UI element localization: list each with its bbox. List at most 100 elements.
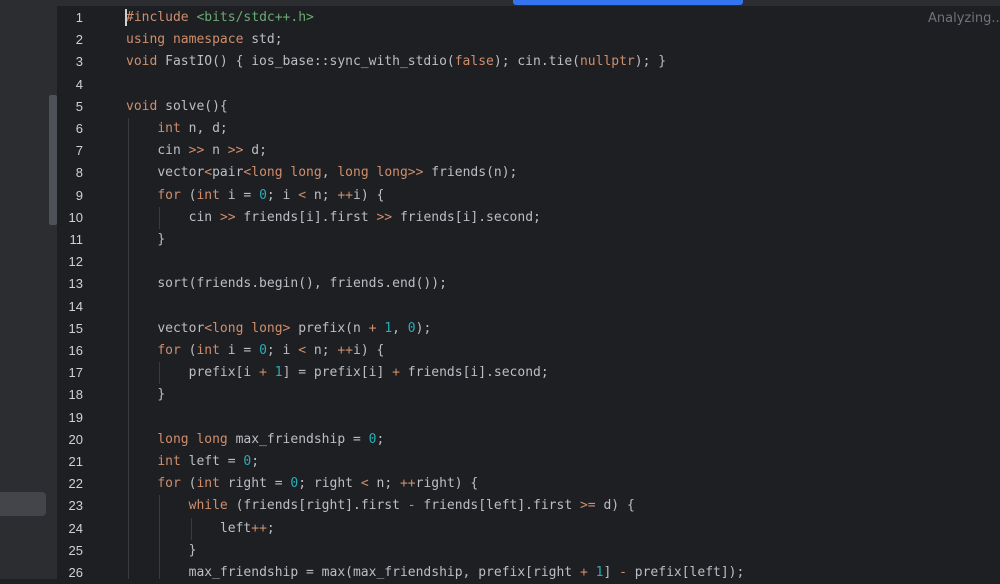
line-number: 1 bbox=[75, 10, 83, 25]
code-token: >> bbox=[376, 209, 393, 225]
code-token: ++ bbox=[251, 520, 267, 536]
code-token: ); cin.tie( bbox=[493, 54, 580, 70]
line-number: 22 bbox=[68, 476, 83, 492]
code-token: left bbox=[219, 520, 252, 536]
code-line[interactable]: for (int i = 0; i < n; ++i) { bbox=[157, 340, 384, 362]
code-line[interactable]: prefix[i + 1] = prefix[i] + friends[i].s… bbox=[189, 362, 549, 384]
line-number: 24 bbox=[68, 520, 83, 536]
code-token: n; bbox=[306, 187, 338, 203]
code-line[interactable]: } bbox=[157, 384, 165, 406]
code-token: ++ bbox=[399, 476, 416, 492]
code-token: >> bbox=[227, 143, 244, 159]
code-token: n bbox=[204, 143, 228, 159]
code-line[interactable]: int n, d; bbox=[157, 118, 227, 140]
code-line[interactable]: sort(friends.begin(), friends.end()); bbox=[157, 273, 447, 295]
code-token: FastIO() { ios_base::sync_with_stdio( bbox=[165, 54, 455, 70]
line-number: 5 bbox=[75, 98, 83, 114]
line-number: 25 bbox=[68, 542, 83, 558]
code-line[interactable]: using namespace std; bbox=[126, 29, 283, 51]
scrollbar-thumb[interactable] bbox=[49, 95, 57, 225]
code-token: ; bbox=[376, 431, 385, 447]
code-token: <long long bbox=[243, 165, 322, 181]
line-number: 9 bbox=[75, 187, 83, 203]
code-token: max_friendship = max(max_friendship, pre… bbox=[188, 565, 580, 579]
code-token: < bbox=[360, 476, 369, 492]
code-line[interactable]: vector<pair<long long, long long>> frien… bbox=[157, 162, 517, 184]
code-token: friends[left].first bbox=[415, 498, 580, 514]
code-line[interactable]: void solve(){ bbox=[126, 96, 228, 118]
code-token: int bbox=[196, 187, 228, 203]
code-line[interactable]: while (friends[right].first - friends[le… bbox=[189, 495, 635, 517]
code-token: n; bbox=[368, 476, 400, 492]
code-token: 0 bbox=[259, 343, 267, 358]
code-token: >> bbox=[188, 143, 205, 159]
code-token: int bbox=[157, 121, 189, 136]
code-token: cin bbox=[188, 209, 220, 225]
indent-guide bbox=[159, 495, 161, 579]
code-token: long long bbox=[157, 431, 236, 447]
code-line[interactable]: left++; bbox=[220, 518, 275, 540]
code-token: + bbox=[579, 565, 588, 579]
code-line[interactable]: void FastIO() { ios_base::sync_with_stdi… bbox=[126, 51, 666, 73]
code-token: } bbox=[157, 387, 166, 403]
code-token: long long>> bbox=[337, 165, 424, 181]
line-number: 23 bbox=[68, 498, 83, 514]
code-token: int bbox=[196, 343, 228, 358]
code-line[interactable]: cin >> friends[i].first >> friends[i].se… bbox=[189, 207, 541, 229]
code-editor[interactable]: #include <bits/stdc++.h> using namespace … bbox=[109, 6, 1000, 579]
code-line[interactable]: } bbox=[157, 229, 165, 251]
indent-guide bbox=[159, 206, 161, 229]
code-token: ++ bbox=[337, 187, 354, 203]
code-line[interactable]: cin >> n >> d; bbox=[157, 140, 267, 162]
code-token: std; bbox=[251, 32, 283, 48]
line-number: 15 bbox=[68, 320, 83, 336]
line-number: 18 bbox=[68, 387, 83, 403]
line-number: 14 bbox=[68, 298, 83, 314]
code-token: false bbox=[454, 54, 494, 70]
line-number: 4 bbox=[75, 76, 83, 92]
code-token: void bbox=[126, 98, 166, 114]
code-token: pair bbox=[212, 165, 244, 181]
code-token: >= bbox=[579, 498, 596, 514]
code-token: ); bbox=[415, 320, 432, 336]
code-token: friends(n); bbox=[423, 165, 518, 181]
code-line[interactable]: for (int right = 0; right < n; ++right) … bbox=[157, 473, 478, 495]
code-token: #include bbox=[126, 10, 197, 25]
code-token: - bbox=[619, 565, 627, 579]
tool-window-item[interactable] bbox=[0, 492, 46, 516]
code-token: for bbox=[157, 343, 189, 358]
code-line[interactable]: int left = 0; bbox=[157, 451, 259, 473]
code-token: ] bbox=[603, 565, 620, 579]
code-token: , bbox=[321, 165, 338, 181]
code-token: n, d; bbox=[188, 121, 228, 136]
code-line[interactable]: for (int i = 0; i < n; ++i) { bbox=[157, 185, 384, 207]
code-line[interactable]: long long max_friendship = 0; bbox=[157, 429, 384, 451]
code-token: vector bbox=[157, 165, 205, 181]
code-token: ); } bbox=[634, 54, 667, 70]
code-token: < bbox=[204, 165, 213, 181]
code-token: right) { bbox=[415, 476, 479, 492]
code-line[interactable]: vector<long long> prefix(n + 1, 0); bbox=[157, 318, 431, 340]
code-token: nullptr bbox=[579, 54, 635, 70]
line-number: 6 bbox=[75, 121, 83, 136]
code-token: i = bbox=[227, 343, 260, 358]
line-number-gutter[interactable]: 1 2 3 4 5 6 7 8 9 10 11 12 13 14 15 16 17 18 19 20 21 22 23 24 2… bbox=[57, 6, 109, 580]
line-number: 26 bbox=[68, 565, 83, 580]
code-line[interactable]: } bbox=[189, 540, 197, 562]
code-line[interactable]: #include <bits/stdc++.h> bbox=[126, 7, 314, 29]
code-token: + bbox=[392, 365, 400, 381]
code-token: ; i bbox=[266, 343, 299, 358]
code-token: sort(friends.begin(), friends.end()); bbox=[157, 276, 447, 292]
code-token: } bbox=[188, 542, 197, 558]
code-token: , bbox=[392, 320, 408, 336]
code-token: <bits/stdc++.h> bbox=[196, 10, 314, 25]
code-token: d; bbox=[243, 143, 267, 159]
code-token: using namespace bbox=[126, 32, 252, 48]
code-token: + bbox=[259, 365, 267, 381]
code-token: int bbox=[196, 476, 228, 492]
code-token: 0 bbox=[407, 320, 416, 336]
code-token: 1 bbox=[384, 320, 393, 336]
line-number: 21 bbox=[68, 454, 83, 469]
code-line[interactable]: max_friendship = max(max_friendship, pre… bbox=[189, 562, 745, 579]
